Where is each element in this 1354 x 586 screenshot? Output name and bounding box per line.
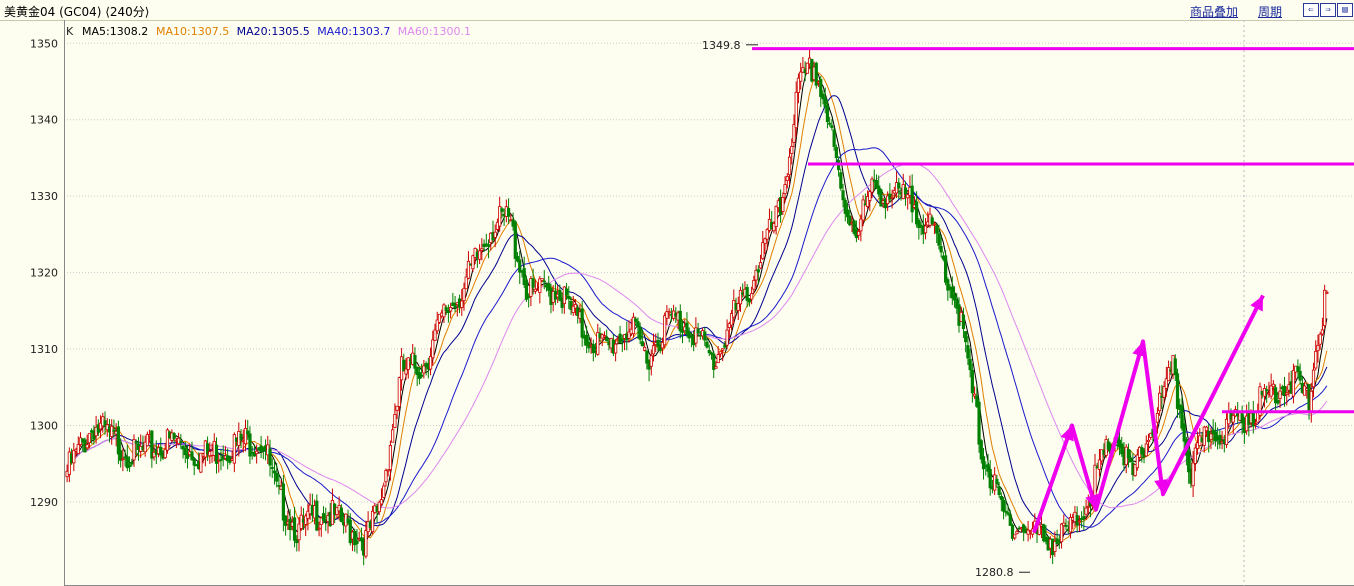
candle bbox=[1314, 340, 1318, 371]
legend-item: MA60:1300.1 bbox=[398, 25, 471, 38]
legend-prefix: K bbox=[66, 25, 74, 38]
candle bbox=[1075, 506, 1079, 533]
candle bbox=[1175, 368, 1180, 418]
candle bbox=[917, 217, 921, 240]
candle bbox=[1144, 435, 1148, 457]
title-bar: 美黄金04 (GC04) ⟨240分⟩ 商品叠加 周期 ⇐ ⇒ ▤ bbox=[0, 0, 1354, 21]
candle bbox=[382, 482, 386, 499]
candle bbox=[315, 494, 319, 532]
candle bbox=[585, 325, 589, 354]
candle bbox=[631, 312, 636, 338]
candle bbox=[1059, 523, 1064, 549]
candle bbox=[1258, 382, 1262, 420]
candle bbox=[1124, 444, 1128, 474]
candle bbox=[761, 230, 765, 261]
ma10-line bbox=[66, 72, 1328, 541]
candle bbox=[843, 197, 847, 222]
candle bbox=[671, 304, 676, 321]
ma5-line bbox=[66, 66, 1328, 547]
candle bbox=[819, 75, 823, 107]
candle bbox=[805, 62, 809, 74]
candle bbox=[275, 462, 279, 488]
low-label: 1280.8 bbox=[975, 566, 1014, 579]
candle bbox=[618, 325, 622, 344]
legend-item: MA20:1305.5 bbox=[237, 25, 310, 38]
candle bbox=[879, 188, 883, 207]
candle bbox=[1158, 385, 1162, 417]
candle bbox=[781, 192, 785, 216]
candle bbox=[923, 217, 928, 240]
candle bbox=[1001, 496, 1006, 520]
candle bbox=[678, 304, 682, 339]
moving-averages bbox=[66, 66, 1328, 547]
y-tick-label: 1320 bbox=[30, 267, 58, 280]
candle bbox=[125, 444, 129, 472]
candle bbox=[712, 350, 716, 379]
ma20-line bbox=[66, 95, 1328, 536]
candle bbox=[72, 442, 76, 472]
candlestick-chart[interactable]: 1290 1300 1310 1320 1330 1340 1350 K MA5:1308.2 M… bbox=[0, 20, 1354, 586]
y-tick-label: 1350 bbox=[30, 37, 58, 50]
candle bbox=[176, 432, 181, 446]
candle bbox=[1274, 384, 1278, 411]
scroll-left-icon[interactable]: ⇐ bbox=[1303, 3, 1319, 17]
y-tick-label: 1300 bbox=[30, 419, 58, 432]
candle bbox=[139, 434, 143, 458]
scroll-right-icon[interactable]: ⇒ bbox=[1320, 3, 1336, 17]
candle bbox=[466, 251, 471, 280]
candle bbox=[591, 339, 595, 362]
candle bbox=[259, 435, 263, 459]
high-label: 1349.8 bbox=[702, 39, 741, 52]
candle bbox=[1282, 377, 1287, 407]
candle bbox=[110, 419, 114, 445]
candle bbox=[518, 250, 522, 285]
candle bbox=[388, 440, 393, 481]
candle bbox=[150, 430, 154, 468]
y-tick-label: 1340 bbox=[30, 114, 58, 127]
candle bbox=[834, 144, 838, 162]
candle bbox=[219, 449, 223, 471]
candle bbox=[1013, 534, 1017, 541]
candle bbox=[901, 173, 905, 200]
candle bbox=[839, 168, 843, 191]
y-tick-label: 1330 bbox=[30, 190, 58, 203]
candle bbox=[906, 193, 910, 210]
chart-title: 美黄金04 (GC04) ⟨240分⟩ bbox=[4, 5, 150, 19]
y-tick-label: 1310 bbox=[30, 343, 58, 356]
candle bbox=[299, 506, 303, 532]
candle bbox=[353, 528, 357, 552]
legend: K MA5:1308.2 MA10:1307.5 MA20:1305.5 MA40:13… bbox=[66, 25, 471, 38]
candle bbox=[814, 61, 818, 89]
candle bbox=[1006, 504, 1010, 516]
candle bbox=[868, 190, 872, 212]
legend-item: MA10:1307.5 bbox=[156, 25, 229, 38]
legend-item: MA5:1308.2 bbox=[82, 25, 148, 38]
candle bbox=[145, 431, 149, 447]
candle bbox=[1218, 429, 1222, 449]
candle bbox=[1251, 400, 1255, 434]
period-link[interactable]: 周期 bbox=[1258, 3, 1282, 20]
candle bbox=[1323, 284, 1327, 329]
overlay-link[interactable]: 商品叠加 bbox=[1190, 3, 1238, 20]
candle bbox=[1055, 529, 1059, 545]
candle bbox=[910, 174, 914, 223]
y-tick-label: 1290 bbox=[30, 496, 58, 509]
legend-item: MA40:1303.7 bbox=[317, 25, 390, 38]
candle bbox=[596, 323, 600, 356]
candle bbox=[284, 515, 288, 536]
candle bbox=[478, 244, 482, 265]
candle bbox=[1198, 427, 1202, 447]
panel-toggle-icon[interactable]: ▤ bbox=[1337, 3, 1353, 17]
